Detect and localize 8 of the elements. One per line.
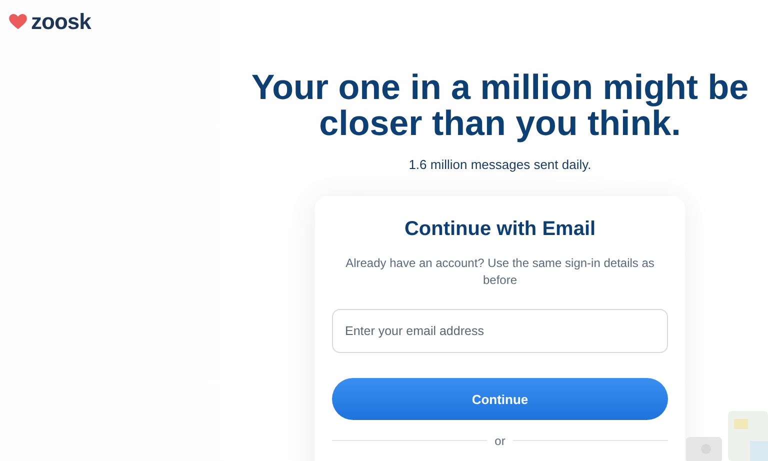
continue-button[interactable]: Continue bbox=[332, 378, 668, 420]
email-field[interactable]: Enter your email address bbox=[332, 309, 668, 353]
card-title: Continue with Email bbox=[403, 218, 597, 241]
heart-icon bbox=[9, 14, 27, 30]
card-note: Already have an account? Use the same sign-in details as before bbox=[344, 255, 656, 289]
logo-text[interactable]: zoosk bbox=[31, 9, 91, 35]
hero-title: Your one in a million might be closer than you think. bbox=[250, 70, 750, 142]
hero-subtitle: 1.6 million messages sent daily. bbox=[408, 157, 592, 172]
